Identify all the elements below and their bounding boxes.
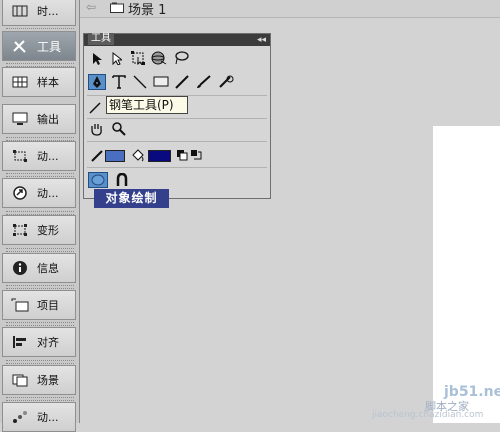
tools-icon: [11, 38, 29, 54]
zoom-tool-icon[interactable]: [110, 121, 128, 137]
output-icon: [11, 111, 29, 127]
dock-item-project[interactable]: 项目: [2, 290, 76, 320]
dock-item-swatches[interactable]: 样本: [2, 67, 76, 97]
pen-tool-icon[interactable]: [88, 74, 106, 90]
fill-color-icon[interactable]: [129, 147, 147, 163]
timeline-icon: [11, 3, 29, 19]
dock-item-motion[interactable]: 动...: [2, 402, 76, 432]
pen-tool-tooltip: 钢笔工具(P): [106, 96, 188, 114]
project-icon: [11, 297, 29, 313]
panel-divider: [87, 141, 267, 142]
dock-item-align[interactable]: 对齐: [2, 327, 76, 357]
free-transform-tool-icon[interactable]: [130, 50, 148, 66]
3d-rotation-tool-icon[interactable]: [150, 50, 168, 66]
dock-item-label: 输出: [37, 113, 59, 126]
dock-item-label: 动...: [37, 150, 59, 163]
brush-tool-icon[interactable]: [195, 74, 213, 90]
fill-color-swatch[interactable]: [148, 150, 171, 162]
dock-item-label: 项目: [37, 299, 59, 312]
dock-item-tools[interactable]: 工具: [2, 31, 76, 61]
dock-item-label: 场景: [37, 374, 59, 387]
collapse-icon[interactable]: ◂◂: [257, 34, 266, 46]
info-icon: [11, 260, 29, 276]
dock-item-info[interactable]: 信息: [2, 253, 76, 283]
dock-divider: [6, 360, 74, 364]
dock-item-transform[interactable]: 变形: [2, 215, 76, 245]
scene-icon: [11, 372, 29, 388]
dock-item-label: 工具: [37, 39, 62, 54]
timeline-header: ⇦ 场景 1: [80, 0, 500, 18]
dock-divider: [6, 173, 74, 177]
transform-icon: [11, 222, 29, 238]
align-icon: [11, 334, 29, 350]
scene-icon: [110, 2, 124, 13]
hand-tool-icon[interactable]: [88, 121, 106, 137]
motion-editor-icon: [11, 148, 29, 164]
text-tool-icon[interactable]: [110, 74, 128, 90]
dock-item-label: 动...: [37, 187, 59, 200]
swap-colors-icon[interactable]: [187, 147, 205, 163]
motion-presets-icon: [11, 185, 29, 201]
line-tool-icon[interactable]: [131, 74, 149, 90]
lasso-tool-icon[interactable]: [172, 50, 190, 66]
deco-tool-icon[interactable]: [217, 74, 235, 90]
panel-divider: [87, 118, 267, 119]
stroke-color-icon[interactable]: [88, 148, 106, 164]
dock-item-label: 信息: [37, 262, 59, 275]
back-arrow-icon[interactable]: ⇦: [86, 0, 96, 14]
bone-tool-icon[interactable]: [86, 100, 104, 116]
dock-divider: [6, 285, 74, 289]
dock-item-label: 时...: [37, 5, 59, 18]
object-drawing-callout: 对象绘制: [94, 189, 169, 208]
dock-item-motion-editor[interactable]: 动...: [2, 141, 76, 171]
dock-divider: [6, 248, 74, 252]
selection-tool-icon[interactable]: [88, 50, 106, 66]
pencil-tool-icon[interactable]: [173, 74, 191, 90]
dock-item-scene[interactable]: 场景: [2, 365, 76, 395]
dock-item-timeline[interactable]: 时...: [2, 0, 76, 26]
dock-item-label: 样本: [37, 76, 59, 89]
tools-panel: 工具 ◂◂: [83, 33, 271, 199]
rectangle-tool-icon[interactable]: [152, 74, 170, 90]
watermark-url: jiaocheng.chazidian.com: [372, 410, 484, 420]
subselection-tool-icon[interactable]: [108, 50, 126, 66]
panel-divider: [87, 167, 267, 168]
snap-to-objects-icon[interactable]: [113, 172, 131, 188]
panel-dock: 时... 工具 样本 输出 动... 动... 变形 信息 项目 对齐 场景 动…: [0, 0, 80, 432]
dock-item-label: 变形: [37, 224, 59, 237]
dock-item-label: 对齐: [37, 336, 59, 349]
dock-divider: [6, 397, 74, 401]
stage-canvas[interactable]: [433, 126, 500, 423]
dock-item-motion-presets[interactable]: 动...: [2, 178, 76, 208]
stroke-color-swatch[interactable]: [105, 150, 125, 162]
panel-header[interactable]: 工具 ◂◂: [84, 33, 270, 46]
panel-title[interactable]: 工具: [88, 33, 114, 45]
scene-label[interactable]: 场景 1: [128, 0, 166, 18]
dock-divider: [6, 322, 74, 326]
swatches-icon: [11, 74, 29, 90]
dock-item-output[interactable]: 输出: [2, 104, 76, 134]
object-drawing-icon[interactable]: [88, 172, 108, 188]
